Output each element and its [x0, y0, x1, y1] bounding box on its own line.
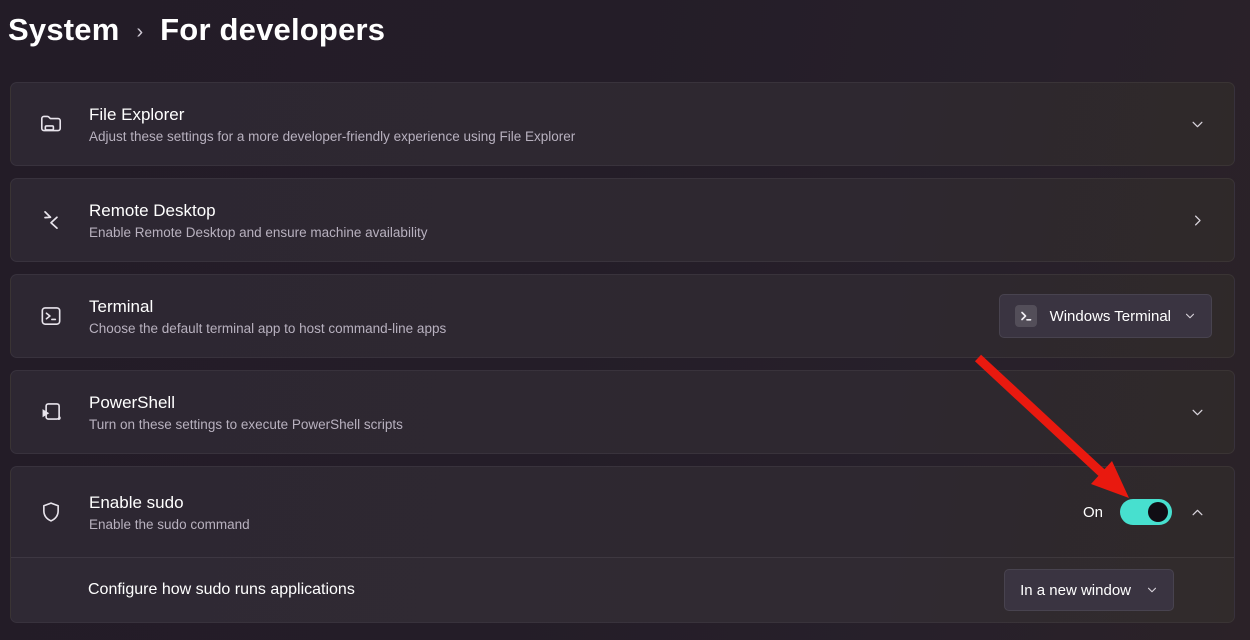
- sudo-configure-label: Configure how sudo runs applications: [88, 581, 355, 598]
- breadcrumb: System › For developers: [8, 12, 385, 48]
- chevron-right-icon[interactable]: [1182, 213, 1212, 228]
- card-title: Enable sudo: [89, 492, 184, 512]
- chevron-down-icon[interactable]: [1182, 405, 1212, 420]
- card-file-explorer[interactable]: File Explorer Adjust these settings for …: [10, 82, 1235, 166]
- chevron-down-icon: [1146, 584, 1158, 596]
- folder-icon: [37, 111, 65, 137]
- card-remote-desktop[interactable]: Remote Desktop Enable Remote Desktop and…: [10, 178, 1235, 262]
- terminal-app-dropdown[interactable]: Windows Terminal: [998, 294, 1212, 338]
- card-enable-sudo: Enable sudo Enable the sudo command On C…: [10, 466, 1235, 623]
- terminal-icon: [37, 303, 65, 329]
- sudo-run-mode-dropdown[interactable]: In a new window: [1004, 569, 1174, 611]
- terminal-dropdown-value: Windows Terminal: [1049, 307, 1171, 325]
- sudo-configure-row: Configure how sudo runs applications In …: [11, 558, 1234, 622]
- breadcrumb-system[interactable]: System: [8, 12, 120, 48]
- powershell-icon: [37, 399, 65, 425]
- card-description: Adjust these settings for a more develop…: [89, 128, 576, 144]
- card-powershell[interactable]: PowerShell Turn on these settings to exe…: [10, 370, 1235, 454]
- shield-icon: [37, 499, 65, 525]
- remote-desktop-icon: [37, 207, 65, 233]
- page-title: For developers: [160, 12, 386, 47]
- chevron-down-icon[interactable]: [1182, 117, 1212, 132]
- card-description: Turn on these settings to execute PowerS…: [89, 416, 403, 432]
- breadcrumb-chevron-icon: ›: [136, 20, 144, 43]
- card-description: Enable the sudo command: [89, 516, 250, 532]
- enable-sudo-header[interactable]: Enable sudo Enable the sudo command On: [11, 467, 1234, 557]
- chevron-down-icon: [1184, 310, 1196, 322]
- toggle-knob: [1148, 502, 1168, 522]
- sudo-dropdown-value: In a new window: [1020, 581, 1131, 599]
- card-title: File Explorer: [89, 104, 185, 124]
- card-title: PowerShell: [89, 392, 175, 412]
- windows-terminal-glyph: [1014, 305, 1037, 327]
- card-terminal[interactable]: Terminal Choose the default terminal app…: [10, 274, 1235, 358]
- settings-card-list: File Explorer Adjust these settings for …: [10, 82, 1235, 623]
- chevron-up-icon[interactable]: [1182, 505, 1212, 520]
- card-description: Choose the default terminal app to host …: [89, 320, 447, 336]
- sudo-toggle[interactable]: [1120, 499, 1172, 525]
- card-description: Enable Remote Desktop and ensure machine…: [89, 224, 428, 240]
- toggle-state-label: On: [1082, 503, 1103, 521]
- card-title: Terminal: [89, 296, 154, 316]
- card-title: Remote Desktop: [89, 200, 216, 220]
